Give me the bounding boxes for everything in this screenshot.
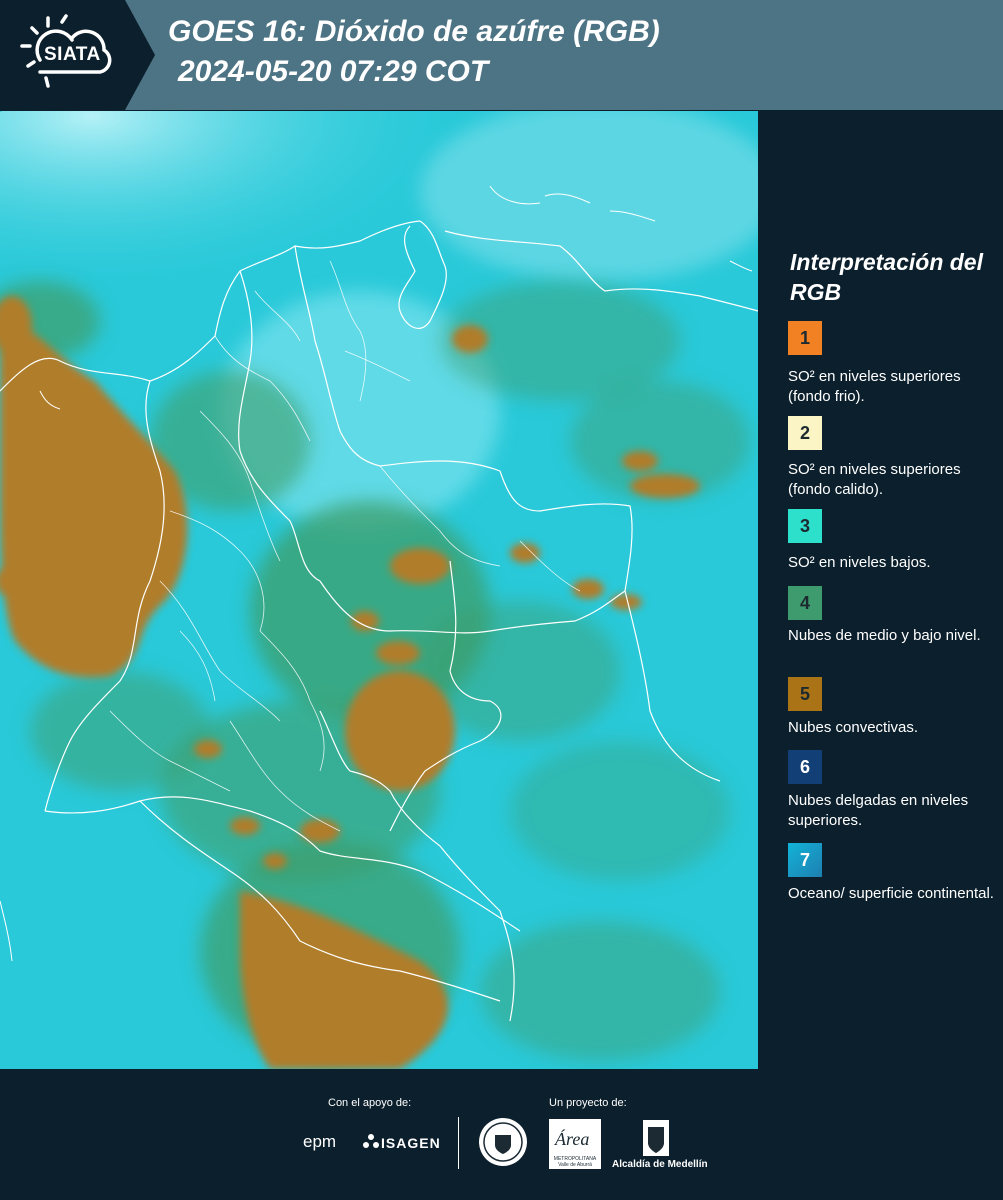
legend-swatch-6: 6 <box>788 750 822 784</box>
page-title: GOES 16: Dióxido de azúfre (RGB) <box>168 15 660 48</box>
logo-text: SIATA <box>44 44 101 65</box>
legend-label-2: SO² en niveles superiores (fondo calido)… <box>788 461 961 498</box>
isagen-icon <box>363 1134 379 1148</box>
legend-swatch-4: 4 <box>788 586 822 620</box>
epm-logo: epm <box>303 1132 337 1151</box>
page-timestamp: 2024-05-20 07:29 COT <box>178 55 489 88</box>
siata-logo: SIATA <box>0 0 155 110</box>
legend-label-6: Nubes delgadas en niveles superiores. <box>788 792 969 829</box>
legend-swatch-2: 2 <box>788 416 822 450</box>
legend-label-7: Oceano/ superficie continental. <box>788 885 994 902</box>
footer: Con el apoyo de: Un proyecto de: epm ISA… <box>0 1069 1003 1200</box>
legend-label-1: SO² en niveles superiores (fondo frio). <box>788 368 961 405</box>
footer-divider <box>458 1117 459 1169</box>
legend-swatch-1: 1 <box>788 321 822 355</box>
alcaldia-label: Alcaldía de Medellín <box>612 1159 708 1170</box>
legend-panel: Interpretación del RGB 1 SO² en niveles … <box>760 111 1003 1069</box>
legend-swatch-3: 3 <box>788 509 822 543</box>
header-bar: SIATA GOES 16: Dióxido de azúfre (RGB) 2… <box>0 0 1003 110</box>
alcaldia-crest-icon <box>643 1120 669 1156</box>
legend-label-4: Nubes de medio y bajo nivel. <box>788 627 981 644</box>
legend-label-5: Nubes convectivas. <box>788 719 919 736</box>
support-label: Con el apoyo de: <box>328 1097 412 1109</box>
area-logo-text: Área <box>555 1129 590 1149</box>
medellin-seal-icon <box>479 1118 527 1166</box>
legend-swatch-7: 7 <box>788 843 822 877</box>
legend-swatch-5: 5 <box>788 677 822 711</box>
legend-label-3: SO² en niveles bajos. <box>788 554 931 571</box>
legend-title: Interpretación del RGB <box>790 249 983 305</box>
satellite-map[interactable] <box>0 111 758 1069</box>
isagen-logo: ISAGEN <box>381 1135 441 1151</box>
project-label: Un proyecto de: <box>549 1097 627 1109</box>
area-logo-subtext: METROPOLITANA Valle de Aburrá <box>553 1156 597 1168</box>
